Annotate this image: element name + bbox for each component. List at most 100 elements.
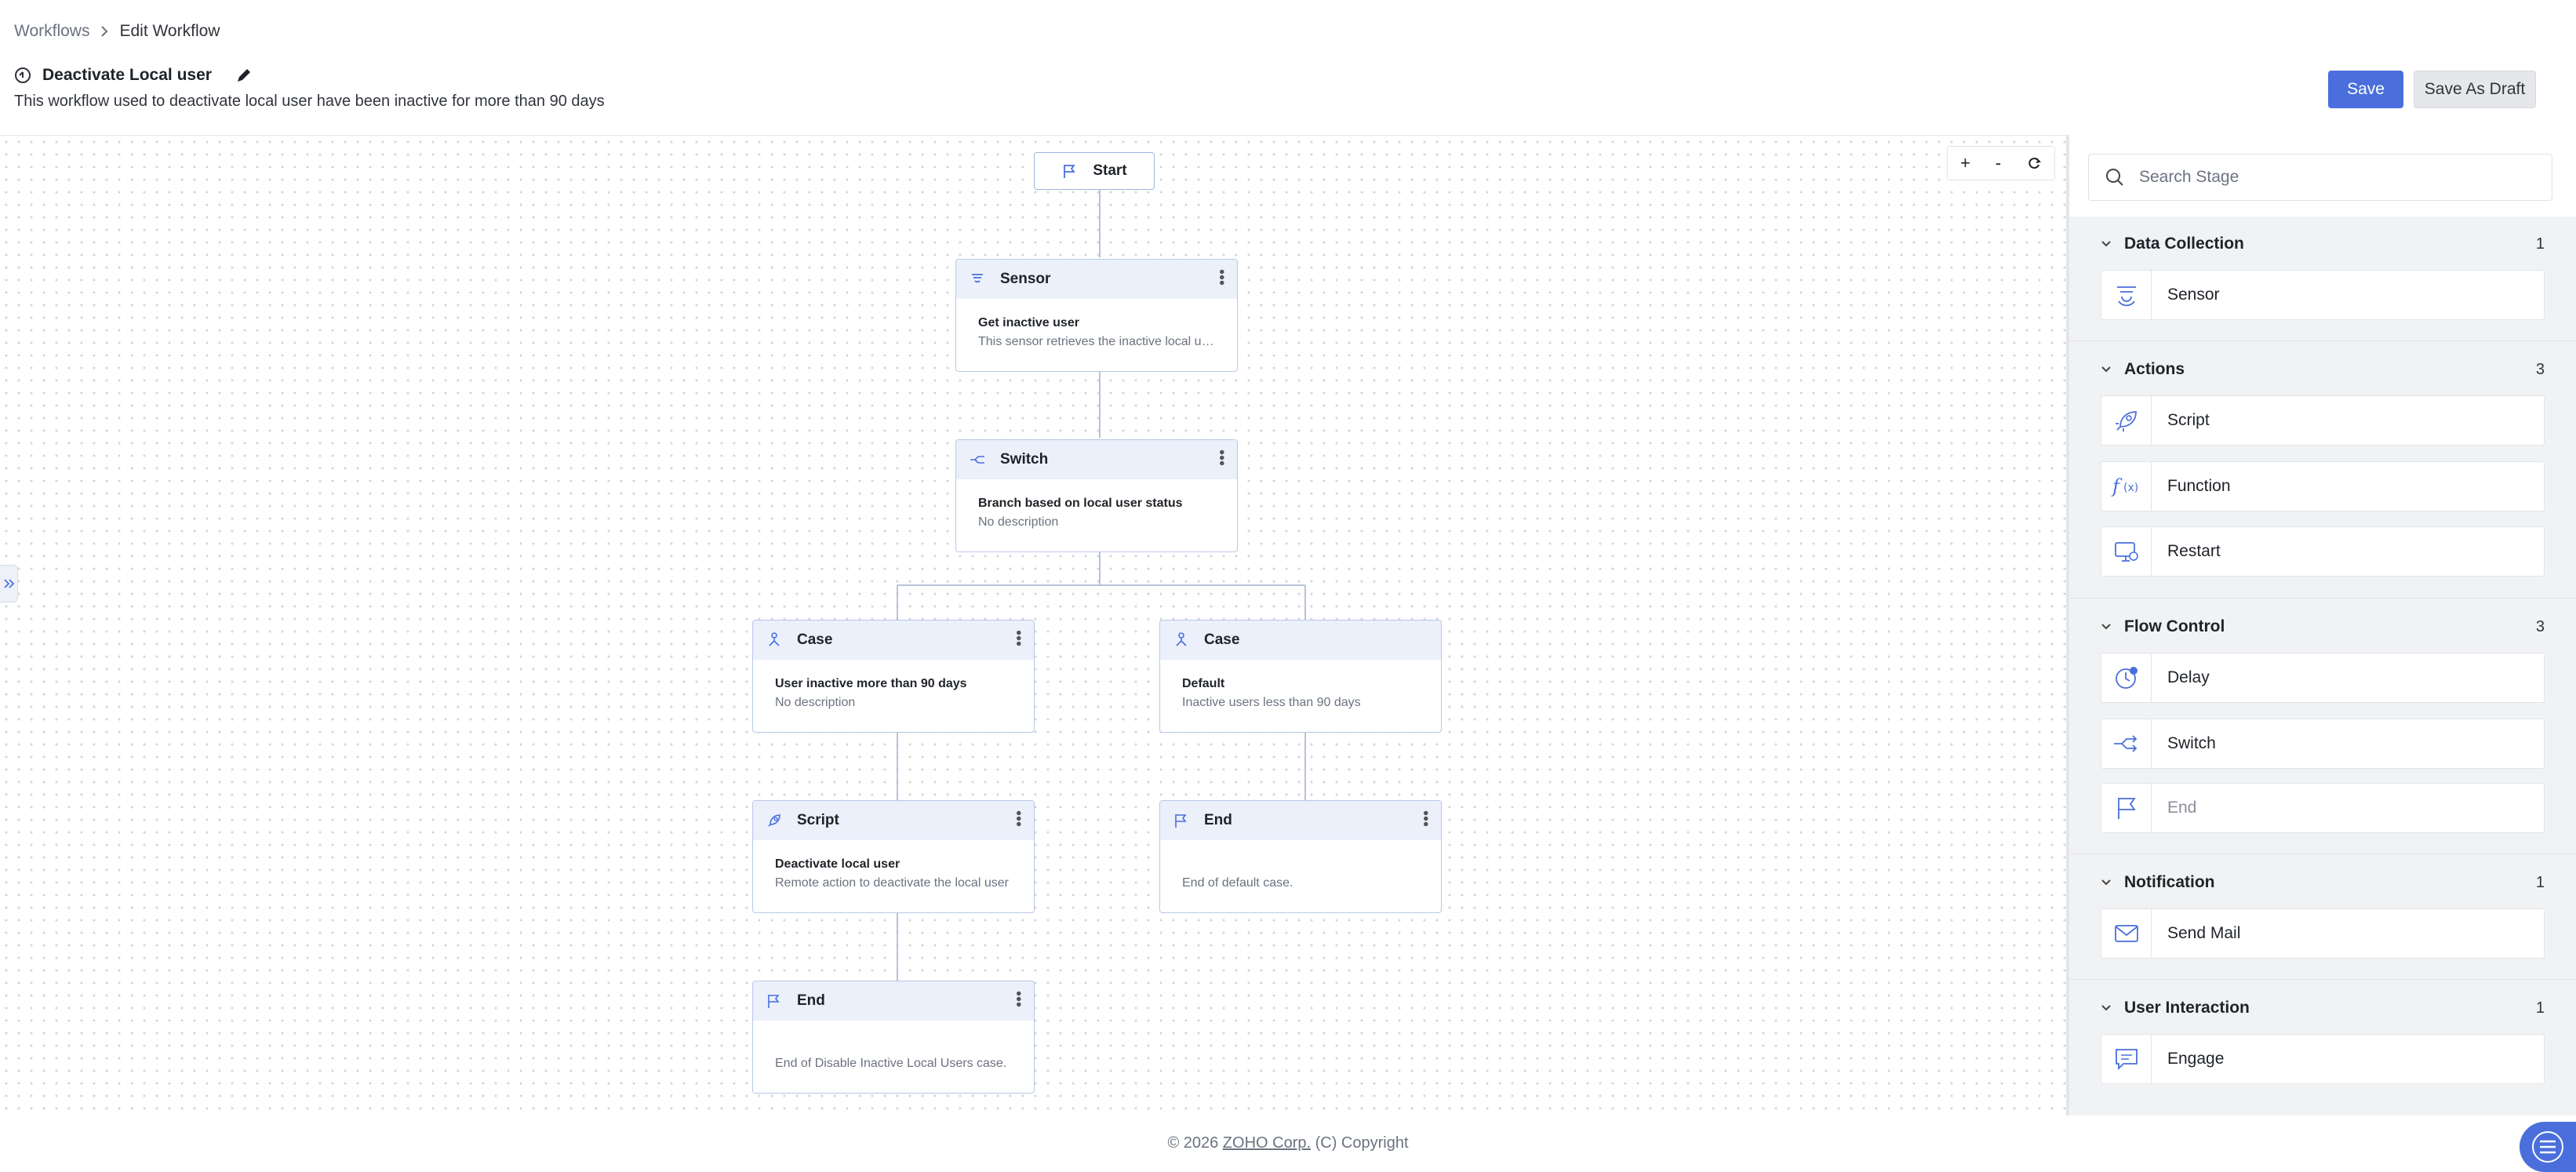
- category-data-collection[interactable]: Data Collection: [2101, 235, 2244, 253]
- node-description: Remote action to deactivate the local us…: [775, 876, 1009, 890]
- stage-item-script[interactable]: Script: [2101, 395, 2545, 446]
- end-node-inactive[interactable]: End ••• End of Disable Inactive Local Us…: [752, 981, 1035, 1094]
- category-count: 1: [2535, 874, 2545, 891]
- category-count: 3: [2535, 618, 2545, 635]
- node-name: Branch based on local user status: [978, 497, 1183, 510]
- rocket-icon: [768, 814, 780, 827]
- svg-text:(x): (x): [2123, 482, 2138, 494]
- node-type: Case: [1204, 631, 1240, 648]
- node-description: This sensor retrieves the inactive local…: [978, 335, 1215, 348]
- stage-item-send-mail[interactable]: Send Mail: [2101, 908, 2545, 959]
- stage-item-label: Switch: [2167, 734, 2216, 752]
- case-node-default[interactable]: Case Default Inactive users less than 90…: [1159, 620, 1442, 733]
- left-panel-toggle[interactable]: [0, 565, 18, 602]
- node-name: User inactive more than 90 days: [775, 677, 967, 690]
- stage-item-label: Function: [2167, 477, 2231, 495]
- mail-icon: [2114, 925, 2138, 942]
- category-user-interaction[interactable]: User Interaction: [2101, 999, 2250, 1017]
- stage-item-restart[interactable]: Restart: [2101, 526, 2545, 577]
- sensor-icon: [2116, 286, 2136, 307]
- node-menu-icon[interactable]: •••: [1213, 450, 1230, 466]
- zoom-in-button[interactable]: +: [1960, 153, 1970, 173]
- node-header: Sensor •••: [956, 260, 1237, 299]
- stage-item-function[interactable]: f (x) Function: [2101, 461, 2545, 511]
- stage-item-switch[interactable]: Switch: [2101, 719, 2545, 769]
- flag-icon: [2117, 798, 2136, 819]
- reset-zoom-icon[interactable]: [2026, 155, 2042, 171]
- node-menu-icon[interactable]: •••: [1213, 269, 1230, 286]
- chevron-down-icon: [2101, 879, 2111, 886]
- start-node[interactable]: Start: [1034, 152, 1155, 190]
- node-description: End of default case.: [1182, 876, 1293, 890]
- node-type: Script: [797, 812, 839, 828]
- function-icon: f (x): [2111, 475, 2138, 497]
- node-menu-icon[interactable]: •••: [1417, 810, 1434, 827]
- case-node-inactive[interactable]: Case ••• User inactive more than 90 days…: [752, 620, 1035, 733]
- node-header: Switch •••: [956, 440, 1237, 479]
- rocket-icon: [2115, 411, 2137, 431]
- node-menu-icon[interactable]: •••: [1010, 810, 1027, 827]
- category-count: 3: [2535, 361, 2545, 378]
- case-branch-icon: [769, 632, 780, 646]
- category-notification[interactable]: Notification: [2101, 873, 2215, 892]
- category-label: Flow Control: [2124, 617, 2225, 635]
- category-label: Notification: [2124, 873, 2215, 891]
- switch-icon: [970, 456, 984, 464]
- node-menu-icon[interactable]: •••: [1010, 991, 1027, 1007]
- flag-icon: [1064, 165, 1076, 178]
- sensor-node[interactable]: Sensor ••• Get inactive user This sensor…: [955, 259, 1238, 372]
- workflow-title-row: Deactivate Local user: [14, 66, 253, 85]
- sensor-icon: [972, 274, 983, 283]
- workflow-status-icon: [15, 67, 31, 83]
- copyright-prefix: © 2026: [1167, 1134, 1223, 1152]
- category-count: 1: [2535, 235, 2545, 253]
- node-description: No description: [775, 696, 856, 709]
- breadcrumb-workflows-link[interactable]: Workflows: [14, 22, 89, 41]
- node-header: Case •••: [753, 621, 1034, 660]
- node-type: End: [797, 992, 825, 1009]
- switch-node[interactable]: Switch ••• Branch based on local user st…: [955, 439, 1238, 552]
- search-icon: [2106, 169, 2123, 186]
- search-stage-field[interactable]: Search Stage: [2088, 154, 2552, 201]
- stage-palette-panel: Search Stage Data Collection 1 Sensor Ac…: [2066, 135, 2576, 1116]
- flag-icon: [768, 995, 780, 1008]
- node-description: End of Disable Inactive Local Users case…: [775, 1057, 1007, 1070]
- breadcrumb-current: Edit Workflow: [119, 22, 220, 40]
- end-node-default[interactable]: End ••• End of default case.: [1159, 800, 1442, 913]
- stage-item-engage[interactable]: Engage: [2101, 1034, 2545, 1084]
- page-title: Deactivate Local user: [42, 66, 212, 84]
- search-input[interactable]: Search Stage: [2139, 168, 2239, 187]
- stage-item-label: Restart: [2167, 542, 2221, 560]
- node-name: Get inactive user: [978, 316, 1079, 329]
- category-actions[interactable]: Actions: [2101, 360, 2185, 379]
- menu-fab-button[interactable]: [2520, 1122, 2576, 1172]
- node-menu-icon[interactable]: •••: [1010, 630, 1027, 646]
- stage-item-end[interactable]: End: [2101, 783, 2545, 833]
- node-name: Default: [1182, 677, 1225, 690]
- category-flow-control[interactable]: Flow Control: [2101, 617, 2225, 636]
- zoom-out-button[interactable]: -: [1996, 153, 2001, 173]
- save-as-draft-button[interactable]: Save As Draft: [2414, 71, 2536, 108]
- save-button[interactable]: Save: [2328, 71, 2403, 108]
- node-description: No description: [978, 515, 1059, 529]
- edit-pencil-icon[interactable]: [235, 67, 253, 84]
- node-description: Inactive users less than 90 days: [1182, 696, 1361, 709]
- clock-icon: [2115, 667, 2138, 689]
- svg-text:f: f: [2111, 475, 2123, 497]
- stage-item-sensor[interactable]: Sensor: [2101, 270, 2545, 320]
- node-type: Switch: [1000, 451, 1049, 468]
- node-header: Script •••: [753, 801, 1034, 840]
- node-type: Sensor: [1000, 271, 1051, 287]
- switch-icon: [2113, 735, 2137, 752]
- stage-item-delay[interactable]: Delay: [2101, 653, 2545, 703]
- company-link[interactable]: ZOHO Corp.: [1223, 1134, 1311, 1152]
- chevron-down-icon: [2101, 624, 2111, 630]
- stage-item-label: Delay: [2167, 668, 2210, 686]
- flag-icon: [1175, 814, 1187, 828]
- node-header: End •••: [1160, 801, 1441, 840]
- start-label: Start: [1093, 162, 1127, 179]
- node-type: End: [1204, 812, 1232, 828]
- script-node[interactable]: Script ••• Deactivate local user Remote …: [752, 800, 1035, 913]
- stage-item-label: Send Mail: [2167, 924, 2241, 942]
- breadcrumb: Workflows Edit Workflow: [14, 22, 220, 41]
